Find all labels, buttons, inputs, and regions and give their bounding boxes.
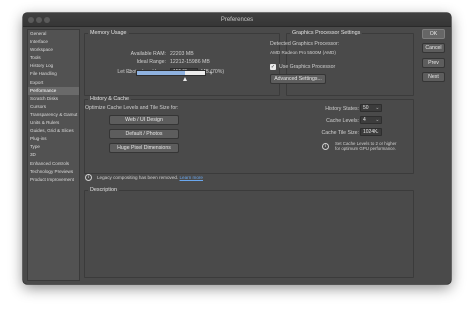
use-gpu-checkbox[interactable]: ✓ — [270, 64, 276, 70]
decrease-memory-icon[interactable]: − — [127, 70, 131, 77]
memory-usage-title: Memory Usage — [88, 30, 129, 37]
sidebar-item-technology-previews[interactable]: Technology Previews — [28, 168, 79, 176]
sidebar-item-product-improvement[interactable]: Product Improvement — [28, 176, 79, 184]
sidebar-item-interface[interactable]: Interface — [28, 38, 79, 46]
learn-more-link[interactable]: Learn more — [180, 175, 204, 180]
use-gpu-label: Use Graphics Processor — [279, 64, 336, 70]
sidebar-item-scratch-disks[interactable]: Scratch Disks — [28, 95, 79, 103]
cache-tile-size-label: Cache Tile Size: — [321, 130, 359, 136]
ok-button[interactable]: OK — [422, 29, 445, 39]
legacy-compositing-message: Legacy compositing has been removed. — [97, 175, 179, 180]
close-window-icon[interactable] — [28, 17, 34, 23]
sidebar-item-cursors[interactable]: Cursors — [28, 103, 79, 111]
detected-gpu-value: AMD Radeon Pro 5500M (AMD) — [270, 50, 336, 55]
sidebar-item-enhanced-controls[interactable]: Enhanced Controls — [28, 160, 79, 168]
available-ram-value: 22203 MB — [170, 51, 194, 57]
ideal-range-value: 12212-15986 MB — [170, 59, 210, 65]
info-icon: i — [322, 143, 329, 150]
sidebar-item-type[interactable]: Type — [28, 143, 79, 151]
preferences-sidebar: General Interface Workspace Tools Histor… — [27, 29, 80, 281]
graphics-processor-title: Graphics Processor Settings — [290, 30, 363, 37]
history-states-value: 50 — [363, 105, 369, 111]
cache-levels-note: Set Cache Levels to 2 or higher for opti… — [335, 141, 397, 152]
chevron-down-icon: ⌄ — [375, 105, 380, 111]
huge-pixel-dimensions-button[interactable]: Huge Pixel Dimensions — [109, 143, 179, 153]
zoom-window-icon[interactable] — [44, 17, 50, 23]
memory-slider-thumb[interactable] — [182, 77, 187, 81]
memory-slider-fill — [137, 71, 185, 75]
web-ui-design-button[interactable]: Web / UI Design — [109, 115, 179, 125]
ideal-range-label: Ideal Range: — [136, 59, 166, 65]
sidebar-item-tools[interactable]: Tools — [28, 54, 79, 62]
increase-memory-icon[interactable]: + — [209, 70, 213, 77]
sidebar-item-guides-grid-slices[interactable]: Guides, Grid & Slices — [28, 127, 79, 135]
optimize-cache-label: Optimize Cache Levels and Tile Size for: — [85, 105, 179, 111]
sidebar-item-3d[interactable]: 3D — [28, 151, 79, 159]
history-cache-title: History & Cache — [88, 96, 131, 103]
detected-gpu-label: Detected Graphics Processor: — [270, 41, 340, 47]
next-button[interactable]: Next — [422, 72, 445, 82]
sidebar-item-units-rulers[interactable]: Units & Rulers — [28, 119, 79, 127]
sidebar-item-transparency-gamut[interactable]: Transparency & Gamut — [28, 111, 79, 119]
sidebar-item-file-handling[interactable]: File Handling — [28, 70, 79, 78]
title-bar: Preferences — [23, 13, 451, 27]
cache-levels-select[interactable]: 4 ⌄ — [360, 116, 382, 124]
prev-button[interactable]: Prev — [422, 58, 445, 68]
sidebar-item-general[interactable]: General — [28, 30, 79, 38]
memory-slider[interactable] — [136, 70, 206, 76]
advanced-settings-button[interactable]: Advanced Settings... — [270, 74, 326, 84]
cache-tile-size-select[interactable]: 1024K ⌄ — [360, 128, 382, 136]
history-states-label: History States: — [325, 106, 359, 112]
cancel-button[interactable]: Cancel — [422, 43, 445, 53]
legacy-compositing-text: Legacy compositing has been removed. Lea… — [97, 175, 203, 180]
sidebar-item-export[interactable]: Export — [28, 79, 79, 87]
cache-levels-label: Cache Levels: — [326, 118, 359, 124]
sidebar-item-performance[interactable]: Performance — [28, 86, 79, 95]
cache-levels-value: 4 — [363, 117, 366, 123]
default-photos-button[interactable]: Default / Photos — [109, 129, 179, 139]
sidebar-item-history-log[interactable]: History Log — [28, 62, 79, 70]
sidebar-item-workspace[interactable]: Workspace — [28, 46, 79, 54]
description-panel: Description — [84, 187, 414, 278]
preferences-dialog: Preferences General Interface Workspace … — [23, 13, 451, 284]
description-title: Description — [88, 187, 119, 194]
available-ram-label: Available RAM: — [130, 51, 166, 57]
window-title: Preferences — [220, 17, 254, 23]
legacy-info-icon: i — [85, 174, 92, 181]
chevron-down-icon: ⌄ — [375, 129, 380, 135]
chevron-down-icon: ⌄ — [375, 117, 380, 123]
sidebar-item-plug-ins[interactable]: Plug-ins — [28, 135, 79, 143]
history-states-select[interactable]: 50 ⌄ — [360, 104, 382, 112]
minimize-window-icon[interactable] — [36, 17, 42, 23]
